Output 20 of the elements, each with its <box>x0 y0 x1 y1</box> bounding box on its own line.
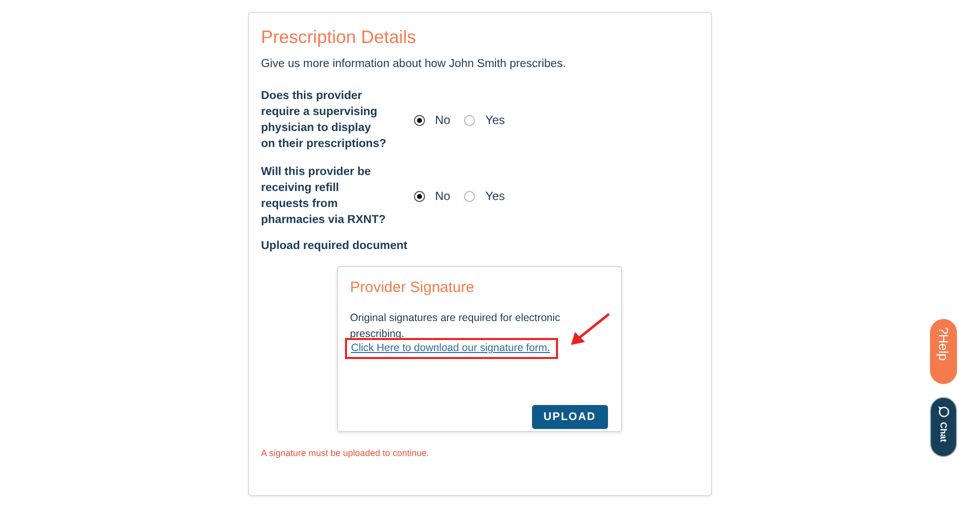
section-title: Prescription Details <box>261 27 418 48</box>
question-label: Does this provider require a supervising physician to display on their prescriptions? <box>261 89 387 152</box>
radio-button[interactable] <box>464 114 476 126</box>
option-label[interactable]: No <box>435 189 450 203</box>
card-title: Provider Signature <box>350 279 476 296</box>
intro-text: Give us more information about how John Smith prescribes. <box>261 58 567 70</box>
radio-button[interactable] <box>464 190 476 202</box>
download-link[interactable]: Click Here to download our signature form. <box>350 342 552 354</box>
upload-button[interactable]: UPLOAD <box>532 405 608 429</box>
upload-label: Upload required document <box>261 240 408 252</box>
question-label: Will this provider be receiving refill requests from pharmacies via RXNT? <box>261 165 387 228</box>
radio-button[interactable] <box>414 114 425 126</box>
chat-icon <box>938 406 950 418</box>
option-label[interactable]: Yes <box>485 113 505 127</box>
description-text: Original signatures are required for electronic prescribing. <box>350 311 562 342</box>
radio-button[interactable] <box>414 190 425 202</box>
error-message: A signature must be uploaded to continue. <box>261 448 430 458</box>
chat-button[interactable]: Chat <box>930 397 957 457</box>
option-label[interactable]: No <box>435 113 450 127</box>
option-label[interactable]: Yes <box>485 189 505 203</box>
